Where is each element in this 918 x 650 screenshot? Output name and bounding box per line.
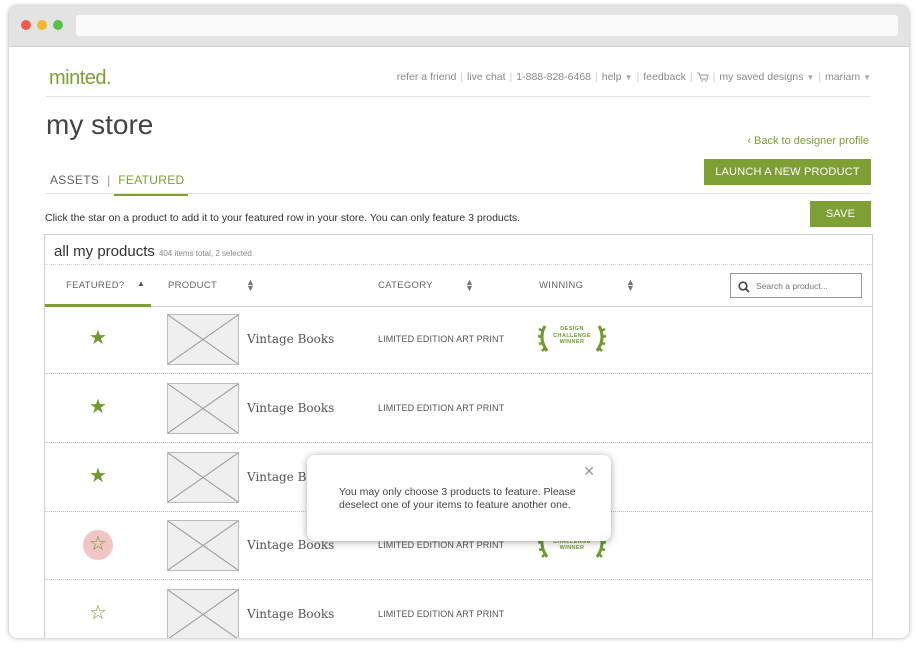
star-outline-icon[interactable]: ☆ (87, 602, 109, 624)
maximize-window-button[interactable] (53, 20, 63, 30)
browser-window: minted. refer a friend | live chat | 1-8… (9, 6, 909, 638)
store-tabs: ASSETS | FEATURED (46, 167, 189, 196)
design-challenge-winner-badge: DESIGNCHALLENGEWINNER (537, 322, 607, 354)
chevron-down-icon: ▼ (806, 72, 815, 82)
back-link-label: Back to designer profile (754, 135, 869, 147)
table-row: ☆ Vintage Books LIMITED EDITION ART PRINT (45, 580, 872, 638)
star-filled-icon[interactable]: ★ (87, 327, 109, 349)
minted-logo[interactable]: minted. (49, 67, 112, 90)
back-to-profile-link[interactable]: ‹ Back to designer profile (747, 135, 869, 147)
refer-a-friend-link[interactable]: refer a friend (397, 71, 457, 83)
product-thumbnail[interactable] (167, 520, 239, 571)
sort-ascending-icon[interactable]: ▲ (137, 280, 145, 288)
table-header: FEATURED? ▲ PRODUCT ▲ ▼ CATEGORY ▲ ▼ WINNI… (45, 264, 872, 307)
user-menu[interactable]: mariam (825, 71, 860, 83)
chevron-down-icon: ▼ (624, 72, 633, 82)
close-icon[interactable]: ✕ (583, 463, 595, 480)
help-menu[interactable]: help (602, 71, 622, 83)
table-count: 404 items total, 2 selected (158, 249, 252, 258)
product-category: LIMITED EDITION ART PRINT (378, 334, 505, 344)
table-heading: all my products 404 items total, 2 select… (54, 243, 252, 260)
save-button[interactable]: SAVE (810, 201, 871, 227)
search-icon (738, 280, 750, 293)
launch-new-product-button[interactable]: LAUNCH A NEW PRODUCT (704, 159, 871, 185)
phone-number: 1-888-828-6468 (516, 71, 592, 83)
product-search[interactable] (730, 273, 862, 298)
tab-separator: | (107, 173, 111, 187)
tabs-divider (46, 193, 871, 194)
product-category: LIMITED EDITION ART PRINT (378, 609, 505, 619)
top-navigation: refer a friend | live chat | 1-888-828-6… (396, 71, 871, 83)
sort-icon[interactable]: ▲ ▼ (246, 278, 255, 293)
badge-text: DESIGNCHALLENGEWINNER (553, 326, 591, 345)
product-thumbnail[interactable] (167, 452, 239, 503)
product-name[interactable]: Vintage Books (247, 401, 334, 415)
feature-limit-dialog: ✕ You may only choose 3 products to feat… (307, 455, 611, 541)
close-window-button[interactable] (21, 20, 31, 30)
winning-column-header[interactable]: WINNING (539, 280, 583, 291)
product-column-header[interactable]: PRODUCT (168, 280, 217, 291)
table-title: all my products (54, 243, 155, 260)
sort-icon[interactable]: ▲ ▼ (465, 278, 474, 293)
star-filled-icon[interactable]: ★ (87, 396, 109, 418)
feedback-link[interactable]: feedback (643, 71, 686, 83)
chevron-down-icon: ▼ (863, 72, 871, 82)
product-thumbnail[interactable] (167, 314, 239, 365)
product-name[interactable]: Vintage Books (247, 332, 334, 346)
my-saved-designs-menu[interactable]: my saved designs (719, 71, 803, 83)
browser-titlebar (9, 6, 909, 47)
sort-icon[interactable]: ▲ ▼ (626, 278, 635, 293)
page-title: my store (46, 109, 154, 140)
minimize-window-button[interactable] (37, 20, 47, 30)
product-category: LIMITED EDITION ART PRINT (378, 403, 505, 413)
product-name[interactable]: Vintage Books (247, 607, 334, 621)
address-bar[interactable] (76, 15, 898, 36)
page: minted. refer a friend | live chat | 1-8… (9, 47, 909, 638)
dialog-message: You may only choose 3 products to featur… (339, 486, 576, 511)
cart-icon[interactable] (696, 72, 709, 82)
tab-assets[interactable]: ASSETS (46, 167, 103, 196)
tab-featured[interactable]: FEATURED (114, 167, 189, 196)
header-divider (46, 96, 871, 97)
product-thumbnail[interactable] (167, 383, 239, 434)
star-outline-icon[interactable]: ☆ (87, 533, 109, 555)
product-thumbnail[interactable] (167, 589, 239, 638)
table-row: ★ Vintage Books LIMITED EDITION ART PRINT (45, 374, 872, 443)
product-category: LIMITED EDITION ART PRINT (378, 540, 505, 550)
star-filled-icon[interactable]: ★ (87, 465, 109, 487)
products-table: all my products 404 items total, 2 select… (44, 234, 873, 638)
search-input[interactable] (754, 279, 858, 292)
table-row: ★ Vintage Books LIMITED EDITION ART PRINT D… (45, 305, 872, 374)
featured-column-header[interactable]: FEATURED? (66, 280, 124, 291)
feature-instructions: Click the star on a product to add it to… (45, 212, 521, 224)
category-column-header[interactable]: CATEGORY (378, 280, 433, 291)
live-chat-link[interactable]: live chat (467, 71, 506, 83)
